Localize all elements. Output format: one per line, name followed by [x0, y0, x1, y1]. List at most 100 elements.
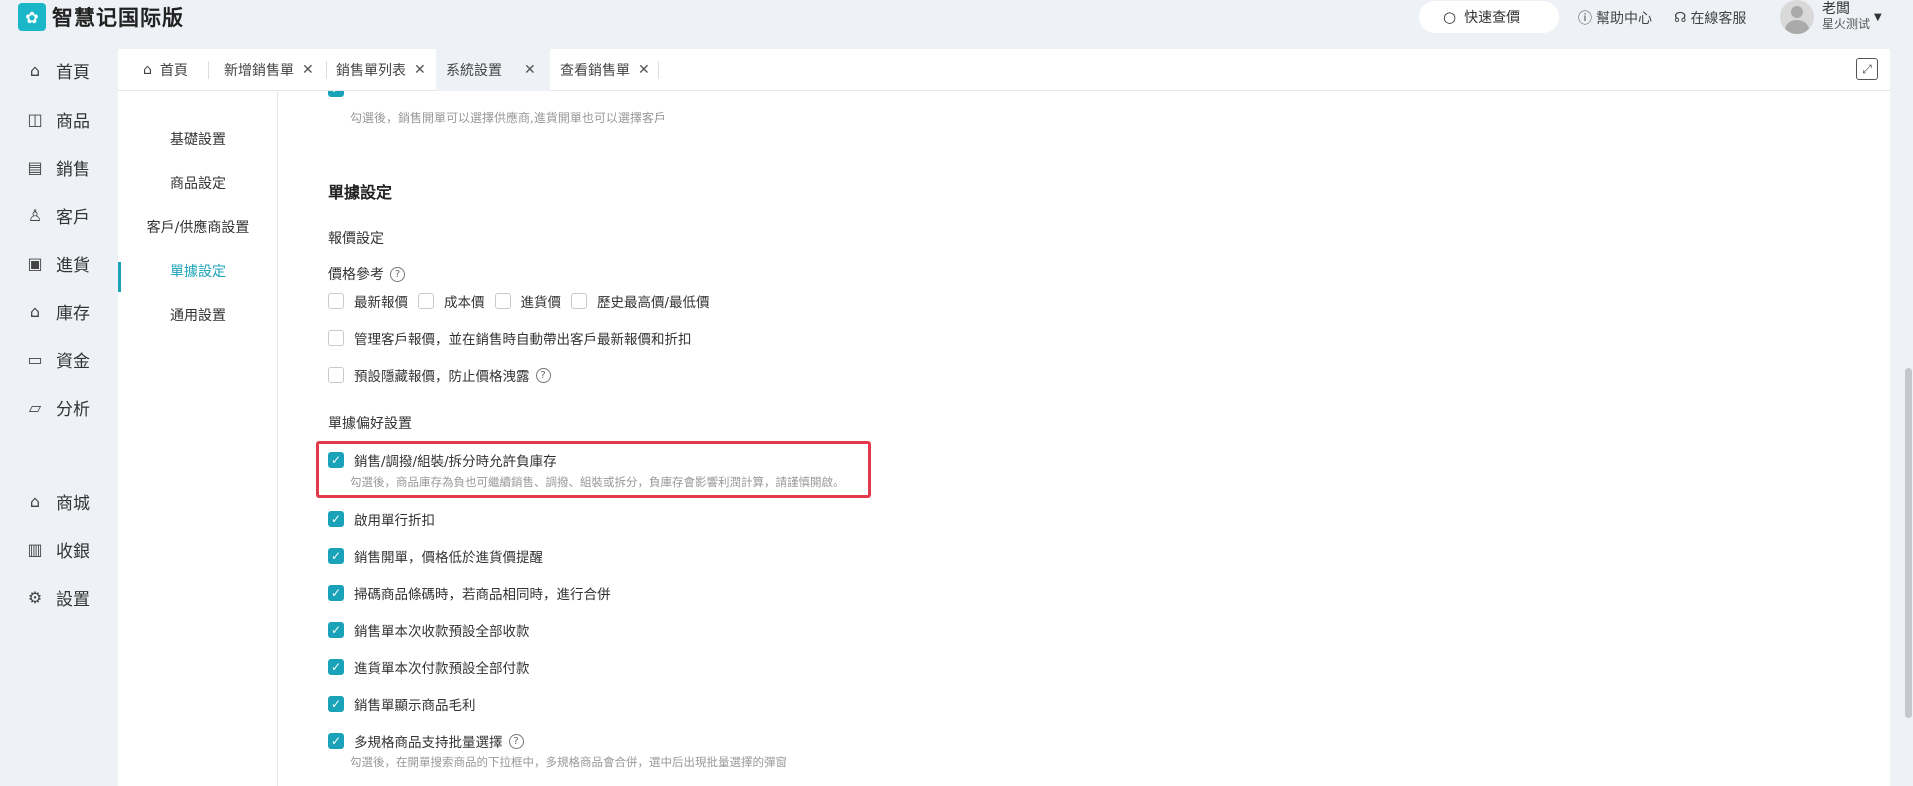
checkbox-show-margin[interactable]: ✓ [328, 696, 344, 712]
subnav-product-settings[interactable]: 商品設定 [118, 173, 278, 193]
online-service-label: 在線客服 [1690, 11, 1747, 27]
subnav-general-settings[interactable]: 通用設置 [118, 305, 278, 325]
clipboard-icon: ▤ [27, 158, 43, 177]
settings-panel: 基礎設置 商品設定 客戶/供應商設置 單據設定 通用設置 ✓ 勾選後，銷售開單可… [118, 91, 1890, 786]
checkbox-full-receive[interactable]: ✓ [328, 622, 344, 638]
subnav-basic-settings[interactable]: 基礎設置 [118, 129, 278, 149]
nav-item-mall[interactable]: ⌂ 商城 [26, 489, 90, 514]
nav-item-products[interactable]: ◫ 商品 [26, 107, 90, 132]
line-discount-row[interactable]: ✓ 啟用單行折扣 [328, 509, 435, 529]
checkbox-hide-quote[interactable] [328, 367, 344, 383]
price-ref-options: 最新報價 成本價 進貨價 歷史最高價/最低價 [328, 291, 710, 311]
nav-label: 庫存 [56, 304, 90, 324]
tab-label: 查看銷售單 [560, 63, 630, 79]
checkbox-full-pay[interactable]: ✓ [328, 659, 344, 675]
option-label: 預設隱藏報價，防止價格洩露 [354, 369, 530, 385]
tab-label: 銷售單列表 [336, 63, 406, 79]
below-cost-row[interactable]: ✓ 銷售開單，價格低於進貨價提醒 [328, 546, 543, 566]
settings-subnav: 基礎設置 商品設定 客戶/供應商設置 單據設定 通用設置 [118, 91, 278, 786]
tab-bar: ⌂ 首頁 新增銷售單 ✕ 銷售單列表 ✕ 系統設置 ✕ 查看銷售單 ✕ ⤢ [118, 49, 1890, 91]
tab-sales-order-list[interactable]: 銷售單列表 ✕ [326, 49, 436, 91]
quote-group-title: 報價設定 [328, 231, 384, 247]
checkbox-below-cost[interactable]: ✓ [328, 548, 344, 564]
nav-item-inventory[interactable]: ⌂ 庫存 [26, 299, 90, 324]
option-label: 最新報價 [354, 295, 408, 311]
batch-select-row[interactable]: ✓ 多規格商品支持批量選擇 ? [328, 731, 524, 751]
quick-price-button[interactable]: ○ 快速查價 [1419, 1, 1559, 33]
nav-item-sales[interactable]: ▤ 銷售 [26, 155, 90, 180]
app-logo[interactable]: ✿ 智慧记国际版 [18, 2, 184, 32]
checkbox-batch-select[interactable]: ✓ [328, 733, 344, 749]
online-service-link[interactable]: ☊ 在線客服 [1674, 8, 1746, 28]
user-menu[interactable]: 老闆 星火测试 ▼ [1780, 0, 1882, 34]
tab-label: 系統設置 [446, 63, 502, 79]
chart-icon: ▱ [28, 398, 42, 417]
top-hint: 勾選後，銷售開單可以選擇供應商,進貨開單也可以選擇客戶 [350, 111, 666, 125]
tab-system-settings[interactable]: 系統設置 ✕ [436, 49, 550, 91]
tab-home[interactable]: ⌂ 首頁 [133, 49, 198, 91]
close-icon[interactable]: ✕ [302, 62, 314, 78]
tab-view-sales-order[interactable]: 查看銷售單 ✕ [550, 49, 660, 91]
nav-item-customers[interactable]: ♙ 客戶 [26, 203, 90, 228]
nav-item-settings[interactable]: ⚙ 設置 [26, 585, 90, 610]
close-icon[interactable]: ✕ [414, 62, 426, 78]
checkbox-latest-quote[interactable] [328, 293, 344, 309]
hide-quote-row[interactable]: 預設隱藏報價，防止價格洩露 ? [328, 365, 551, 385]
show-margin-row[interactable]: ✓ 銷售單顯示商品毛利 [328, 694, 476, 714]
option-label: 銷售單顯示商品毛利 [354, 698, 476, 714]
highlight-box [316, 441, 871, 498]
nav-item-cashier[interactable]: ▥ 收銀 [26, 537, 90, 562]
subnav-customer-supplier-settings[interactable]: 客戶/供應商設置 [118, 217, 278, 237]
fullscreen-icon[interactable]: ⤢ [1856, 58, 1878, 80]
help-icon[interactable]: ? [508, 733, 524, 749]
option-label: 成本價 [444, 295, 485, 311]
nav-item-purchase[interactable]: ▣ 進貨 [26, 251, 90, 276]
nav-item-analysis[interactable]: ▱ 分析 [26, 395, 90, 420]
tab-new-sales-order[interactable]: 新增銷售單 ✕ [214, 49, 324, 91]
avatar [1780, 0, 1814, 34]
close-icon[interactable]: ✕ [638, 62, 650, 78]
checkbox-high-low-price[interactable] [571, 293, 587, 309]
checkbox-checked[interactable]: ✓ [328, 91, 344, 97]
nav-label: 分析 [56, 400, 90, 420]
search-icon: ○ [1443, 8, 1457, 26]
nav-label: 商城 [56, 494, 90, 514]
option-label: 銷售單本次收款預設全部收款 [354, 624, 530, 640]
option-label: 掃碼商品條碼時，若商品相同時，進行合併 [354, 587, 611, 603]
question-icon: ⓘ [1578, 11, 1592, 27]
nav-item-funds[interactable]: ▭ 資金 [26, 347, 90, 372]
option-label: 歷史最高價/最低價 [597, 295, 710, 311]
nav-label: 銷售 [56, 160, 90, 180]
checkbox-merge-scan[interactable]: ✓ [328, 585, 344, 601]
help-icon[interactable]: ? [535, 367, 551, 383]
close-icon[interactable]: ✕ [524, 62, 536, 78]
page-scrollbar[interactable] [1904, 0, 1913, 786]
partial-checkbox-row[interactable]: ✓ [328, 91, 344, 97]
merge-scan-row[interactable]: ✓ 掃碼商品條碼時，若商品相同時，進行合併 [328, 583, 611, 603]
user-company: 星火测试 [1822, 17, 1871, 31]
full-pay-row[interactable]: ✓ 進貨單本次付款預設全部付款 [328, 657, 530, 677]
checkbox-line-discount[interactable]: ✓ [328, 511, 344, 527]
help-icon[interactable]: ? [390, 266, 405, 282]
logo-text: 智慧记国际版 [52, 6, 184, 30]
checkbox-purchase-price[interactable] [494, 293, 511, 309]
gear-icon: ⚙ [27, 588, 43, 607]
manage-quote-row[interactable]: 管理客戶報價，並在銷售時自動帶出客戶最新報價和折扣 [328, 328, 692, 348]
user-name: 老闆 [1822, 1, 1850, 17]
tab-label: 新增銷售單 [224, 63, 294, 79]
help-center-link[interactable]: ⓘ 幫助中心 [1578, 8, 1652, 28]
nav-item-home[interactable]: ⌂ 首頁 [26, 58, 90, 83]
nav-label: 首頁 [56, 63, 90, 83]
cashier-icon: ▥ [27, 540, 43, 559]
checkbox-manage-quote[interactable] [328, 330, 344, 346]
full-receive-row[interactable]: ✓ 銷售單本次收款預設全部收款 [328, 620, 530, 640]
scrollbar-thumb[interactable] [1905, 368, 1912, 718]
caret-down-icon: ▼ [1874, 11, 1882, 23]
option-label: 多規格商品支持批量選擇 [354, 735, 503, 751]
headset-icon: ☊ [1674, 10, 1687, 26]
checkbox-cost-price[interactable] [418, 293, 434, 309]
user-icon: ♙ [27, 206, 43, 225]
option-label: 管理客戶報價，並在銷售時自動帶出客戶最新報價和折扣 [354, 332, 692, 348]
subnav-document-settings[interactable]: 單據設定 [118, 261, 278, 281]
bag-icon: ◫ [27, 110, 43, 129]
